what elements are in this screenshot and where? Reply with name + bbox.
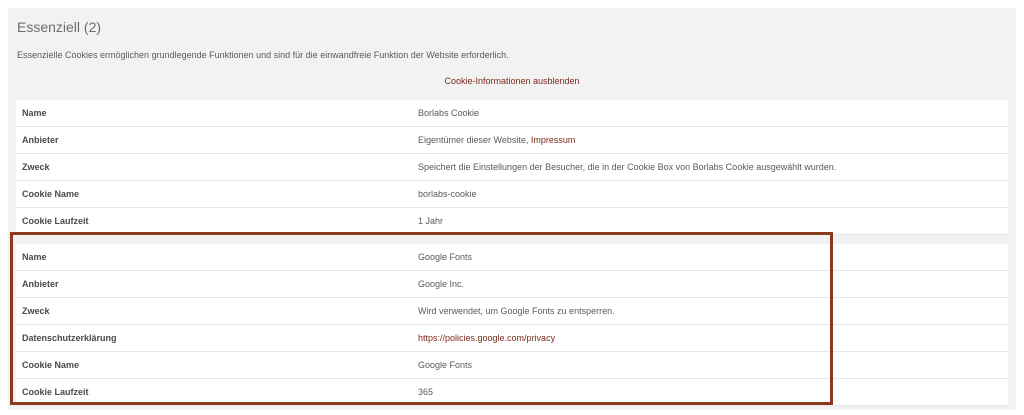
- table-row: Name Google Fonts: [16, 244, 1008, 271]
- table-row: Anbieter Eigentümer dieser Website, Impr…: [16, 126, 1008, 154]
- cookie-name-label: Cookie Name: [16, 180, 412, 208]
- name-label: Name: [16, 100, 412, 127]
- lifetime-value: 1 Jahr: [412, 207, 1008, 235]
- cookie-table-google-fonts: Name Google Fonts Anbieter Google Inc. Z…: [16, 244, 1008, 406]
- cookie-name-value: borlabs-cookie: [412, 180, 1008, 208]
- cookie-name-label: Cookie Name: [16, 351, 412, 379]
- table-row: Cookie Laufzeit 365: [16, 378, 1008, 406]
- purpose-value: Speichert die Einstellungen der Besucher…: [412, 153, 1008, 181]
- table-row: Datenschutzerklärung https://policies.go…: [16, 324, 1008, 352]
- section-title: Essenziell (2): [17, 19, 102, 35]
- provider-value: Eigentümer dieser Website, Impressum: [412, 126, 1008, 154]
- lifetime-label: Cookie Laufzeit: [16, 207, 412, 235]
- table-row: Cookie Laufzeit 1 Jahr: [16, 207, 1008, 235]
- purpose-label: Zweck: [16, 153, 412, 181]
- provider-label: Anbieter: [16, 270, 412, 298]
- essential-cookies-panel: Essenziell (2) Essenzielle Cookies ermög…: [8, 8, 1016, 410]
- table-row: Cookie Name Google Fonts: [16, 351, 1008, 379]
- name-label: Name: [16, 244, 412, 271]
- name-value: Google Fonts: [412, 244, 1008, 271]
- purpose-value: Wird verwendet, um Google Fonts zu entsp…: [412, 297, 1008, 325]
- lifetime-value: 365: [412, 378, 1008, 406]
- section-description: Essenzielle Cookies ermöglichen grundleg…: [17, 50, 509, 60]
- hide-cookie-info-link[interactable]: Cookie-Informationen ausblenden: [8, 76, 1016, 86]
- provider-value: Google Inc.: [412, 270, 1008, 298]
- table-row: Anbieter Google Inc.: [16, 270, 1008, 298]
- table-row: Cookie Name borlabs-cookie: [16, 180, 1008, 208]
- provider-text: Eigentümer dieser Website,: [418, 135, 529, 145]
- privacy-policy-value: https://policies.google.com/privacy: [412, 324, 1008, 352]
- table-row: Zweck Speichert die Einstellungen der Be…: [16, 153, 1008, 181]
- provider-label: Anbieter: [16, 126, 412, 154]
- table-row: Name Borlabs Cookie: [16, 100, 1008, 127]
- purpose-label: Zweck: [16, 297, 412, 325]
- table-row: Zweck Wird verwendet, um Google Fonts zu…: [16, 297, 1008, 325]
- lifetime-label: Cookie Laufzeit: [16, 378, 412, 406]
- privacy-policy-label: Datenschutzerklärung: [16, 324, 412, 352]
- cookie-table-borlabs: Name Borlabs Cookie Anbieter Eigentümer …: [16, 100, 1008, 235]
- privacy-policy-link[interactable]: https://policies.google.com/privacy: [418, 333, 555, 343]
- name-value: Borlabs Cookie: [412, 100, 1008, 127]
- cookie-name-value: Google Fonts: [412, 351, 1008, 379]
- imprint-link[interactable]: Impressum: [531, 135, 576, 145]
